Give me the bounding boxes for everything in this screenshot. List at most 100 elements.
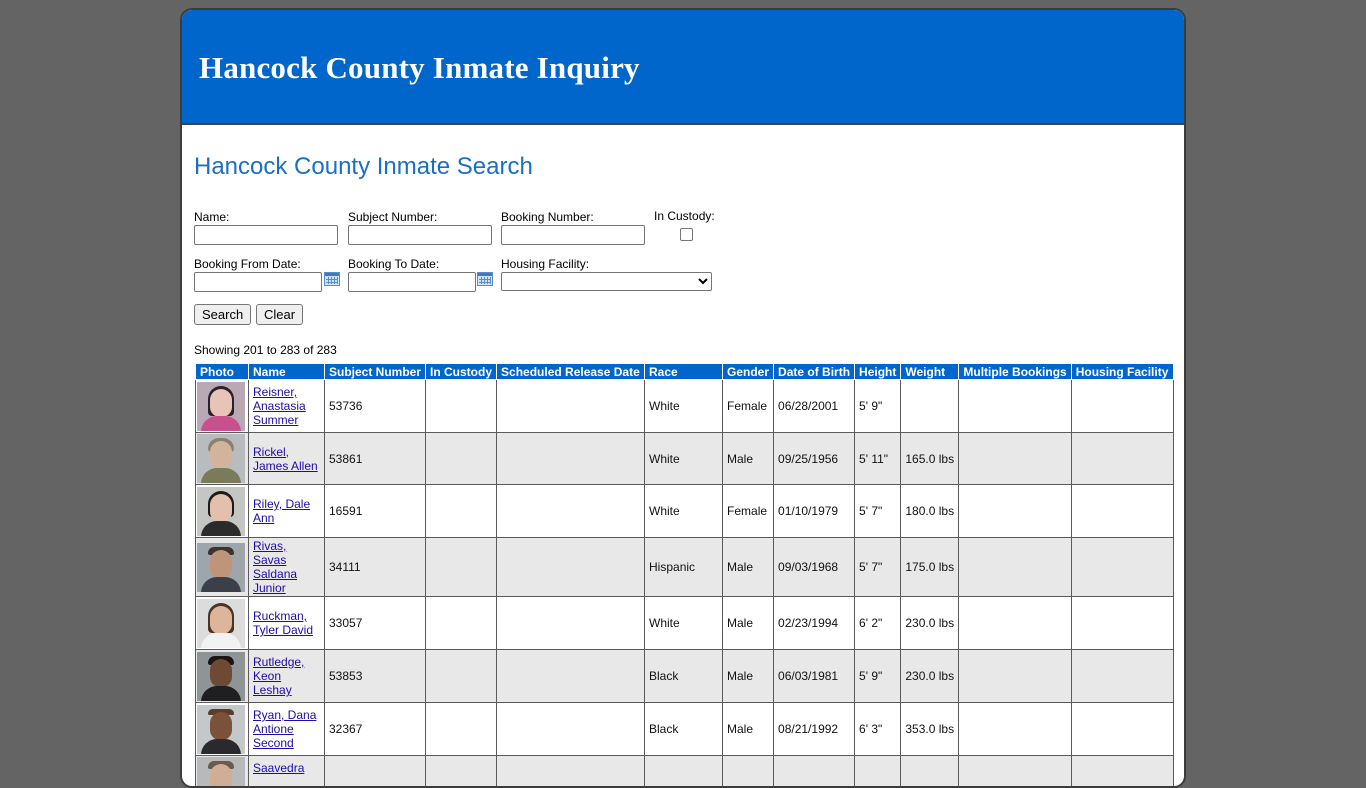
name-field-group: Name:: [194, 210, 338, 245]
inmate-photo[interactable]: [197, 652, 245, 701]
table-row: Riley, Dale Ann 16591 White Female 01/10…: [196, 485, 1174, 538]
photo-cell: [196, 538, 249, 597]
weight-cell: 230.0 lbs: [901, 650, 959, 703]
inmate-photo[interactable]: [197, 757, 245, 788]
column-header-multiple-bookings: Multiple Bookings: [959, 364, 1071, 380]
inmate-name-link[interactable]: Saavedra: [253, 761, 304, 775]
inmate-photo[interactable]: [197, 705, 245, 754]
release-date-cell: [497, 380, 645, 433]
multiple-bookings-cell: [959, 485, 1071, 538]
booking-number-input[interactable]: [501, 225, 645, 245]
height-cell: 5' 9": [855, 650, 901, 703]
clear-button[interactable]: Clear: [256, 304, 303, 325]
booking-number-label: Booking Number:: [501, 210, 645, 225]
table-row: Reisner, Anastasia Summer 53736 White Fe…: [196, 380, 1174, 433]
subject-number-cell: 16591: [325, 485, 426, 538]
inmate-name-link[interactable]: Rutledge, Keon Leshay: [253, 655, 304, 697]
inmate-photo[interactable]: [197, 599, 245, 648]
housing-facility-cell: [1071, 485, 1173, 538]
table-row: Rutledge, Keon Leshay 53853 Black Male 0…: [196, 650, 1174, 703]
name-cell: Rivas, Savas Saldana Junior: [249, 538, 325, 597]
inmate-name-link[interactable]: Ryan, Dana Antione Second: [253, 708, 316, 750]
column-header-release-date: Scheduled Release Date: [497, 364, 645, 380]
weight-cell: 180.0 lbs: [901, 485, 959, 538]
gender-cell: Female: [723, 380, 774, 433]
race-cell: White: [645, 597, 723, 650]
housing-facility-cell: [1071, 380, 1173, 433]
name-cell: Reisner, Anastasia Summer: [249, 380, 325, 433]
inmate-name-link[interactable]: Rivas, Savas Saldana Junior: [253, 539, 297, 595]
subject-number-input[interactable]: [348, 225, 492, 245]
subject-number-label: Subject Number:: [348, 210, 492, 225]
gender-cell: Male: [723, 650, 774, 703]
column-header-subject-number: Subject Number: [325, 364, 426, 380]
weight-cell: 353.0 lbs: [901, 703, 959, 756]
in-custody-cell: [426, 538, 497, 597]
subject-number-cell: 34111: [325, 538, 426, 597]
booking-from-input[interactable]: [194, 272, 322, 292]
release-date-cell: [497, 597, 645, 650]
release-date-cell: [497, 756, 645, 788]
height-cell: 5' 7": [855, 538, 901, 597]
gender-cell: Male: [723, 597, 774, 650]
housing-facility-field-group: Housing Facility:: [501, 257, 712, 291]
header-banner: Hancock County Inmate Inquiry: [182, 10, 1184, 125]
in-custody-label: In Custody:: [654, 209, 724, 224]
subject-number-cell: 33057: [325, 597, 426, 650]
in-custody-checkbox[interactable]: [680, 228, 693, 241]
housing-facility-cell: [1071, 538, 1173, 597]
housing-facility-select[interactable]: [501, 272, 712, 291]
column-header-housing-facility: Housing Facility: [1071, 364, 1173, 380]
subject-number-cell: 53861: [325, 433, 426, 485]
name-cell: Ryan, Dana Antione Second: [249, 703, 325, 756]
column-header-height: Height: [855, 364, 901, 380]
inmate-name-link[interactable]: Reisner, Anastasia Summer: [253, 385, 306, 427]
booking-to-input[interactable]: [348, 272, 476, 292]
search-button[interactable]: Search: [194, 304, 251, 325]
in-custody-cell: [426, 433, 497, 485]
housing-facility-cell: [1071, 433, 1173, 485]
inmate-name-link[interactable]: Riley, Dale Ann: [253, 497, 310, 525]
inmate-photo[interactable]: [197, 487, 245, 536]
inmate-name-link[interactable]: Ruckman, Tyler David: [253, 609, 313, 637]
weight-cell: 230.0 lbs: [901, 597, 959, 650]
name-cell: Riley, Dale Ann: [249, 485, 325, 538]
multiple-bookings-cell: [959, 650, 1071, 703]
housing-facility-cell: [1071, 597, 1173, 650]
photo-cell: [196, 756, 249, 788]
name-cell: Saavedra: [249, 756, 325, 788]
height-cell: 5' 9": [855, 380, 901, 433]
name-label: Name:: [194, 210, 338, 225]
housing-facility-label: Housing Facility:: [501, 257, 712, 272]
race-cell: Black: [645, 703, 723, 756]
housing-facility-cell: [1071, 650, 1173, 703]
height-cell: 6' 2": [855, 597, 901, 650]
in-custody-cell: [426, 650, 497, 703]
subject-number-cell: 32367: [325, 703, 426, 756]
inmate-photo[interactable]: [197, 543, 245, 592]
multiple-bookings-cell: [959, 756, 1071, 788]
housing-facility-cell: [1071, 703, 1173, 756]
column-header-photo: Photo: [196, 364, 249, 380]
page-frame: Hancock County Inmate Inquiry Hancock Co…: [180, 8, 1186, 788]
release-date-cell: [497, 485, 645, 538]
booking-to-calendar-icon[interactable]: [477, 272, 493, 286]
weight-cell: 175.0 lbs: [901, 538, 959, 597]
name-input[interactable]: [194, 225, 338, 245]
weight-cell: [901, 380, 959, 433]
gender-cell: [723, 756, 774, 788]
booking-from-calendar-icon[interactable]: [324, 272, 340, 286]
release-date-cell: [497, 650, 645, 703]
photo-cell: [196, 433, 249, 485]
column-header-in-custody: In Custody: [426, 364, 497, 380]
dob-cell: 02/23/1994: [774, 597, 855, 650]
inmate-photo[interactable]: [197, 382, 245, 431]
site-title: Hancock County Inmate Inquiry: [199, 50, 640, 86]
weight-cell: [901, 756, 959, 788]
inmate-photo[interactable]: [197, 434, 245, 483]
race-cell: Black: [645, 650, 723, 703]
photo-cell: [196, 485, 249, 538]
subject-number-field-group: Subject Number:: [348, 210, 492, 245]
in-custody-cell: [426, 380, 497, 433]
inmate-name-link[interactable]: Rickel, James Allen: [253, 445, 318, 473]
